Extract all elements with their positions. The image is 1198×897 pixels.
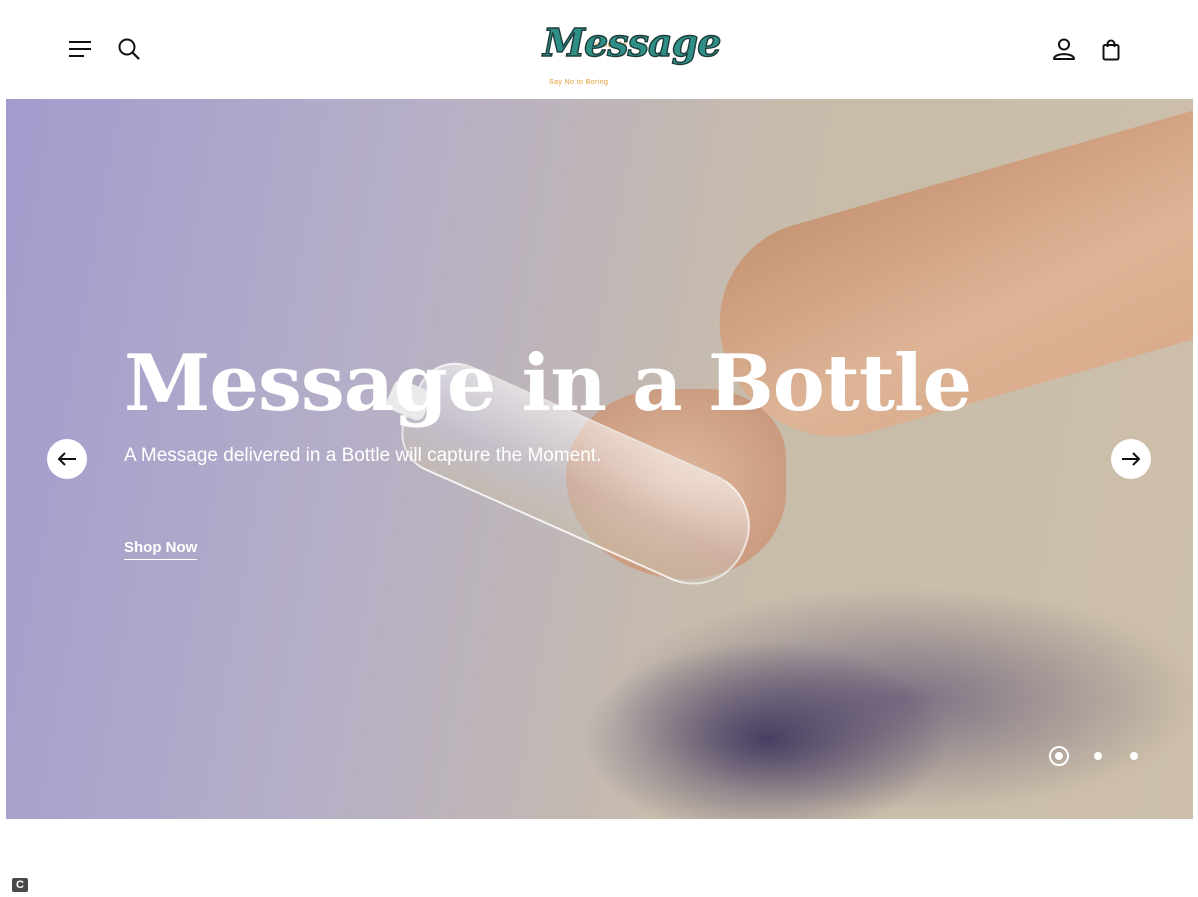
slide-dot-3[interactable]	[1130, 752, 1138, 760]
search-button[interactable]	[115, 35, 143, 63]
arrow-left-icon	[58, 452, 76, 466]
hero-subtitle: A Message delivered in a Bottle will cap…	[124, 445, 602, 466]
cart-button[interactable]	[1098, 35, 1124, 65]
slide-dot-1-active[interactable]	[1049, 746, 1069, 766]
menu-button[interactable]	[66, 36, 94, 62]
slider-pagination	[1049, 746, 1149, 770]
cookie-consent-badge[interactable]: C	[12, 878, 28, 892]
arrow-right-icon	[1122, 452, 1140, 466]
account-button[interactable]	[1050, 35, 1078, 63]
slide-dot-2[interactable]	[1094, 752, 1102, 760]
menu-icon	[69, 41, 91, 57]
site-logo[interactable]: Bottle Me A Message Say No to Boring	[541, 6, 722, 92]
user-icon	[1053, 38, 1075, 60]
hero-slider: Message in a Bottle A Message delivered …	[6, 99, 1193, 819]
site-header: Bottle Me A Message Say No to Boring	[0, 0, 1198, 99]
logo-tagline: Say No to Boring	[549, 79, 609, 86]
shop-now-link[interactable]: Shop Now	[124, 539, 198, 560]
slider-prev-button[interactable]	[47, 439, 87, 479]
slider-next-button[interactable]	[1111, 439, 1151, 479]
shopping-bag-icon	[1102, 39, 1120, 61]
search-icon	[118, 38, 140, 60]
hero-title: Message in a Bottle	[124, 338, 972, 429]
logo-main-text: Message	[542, 19, 722, 65]
